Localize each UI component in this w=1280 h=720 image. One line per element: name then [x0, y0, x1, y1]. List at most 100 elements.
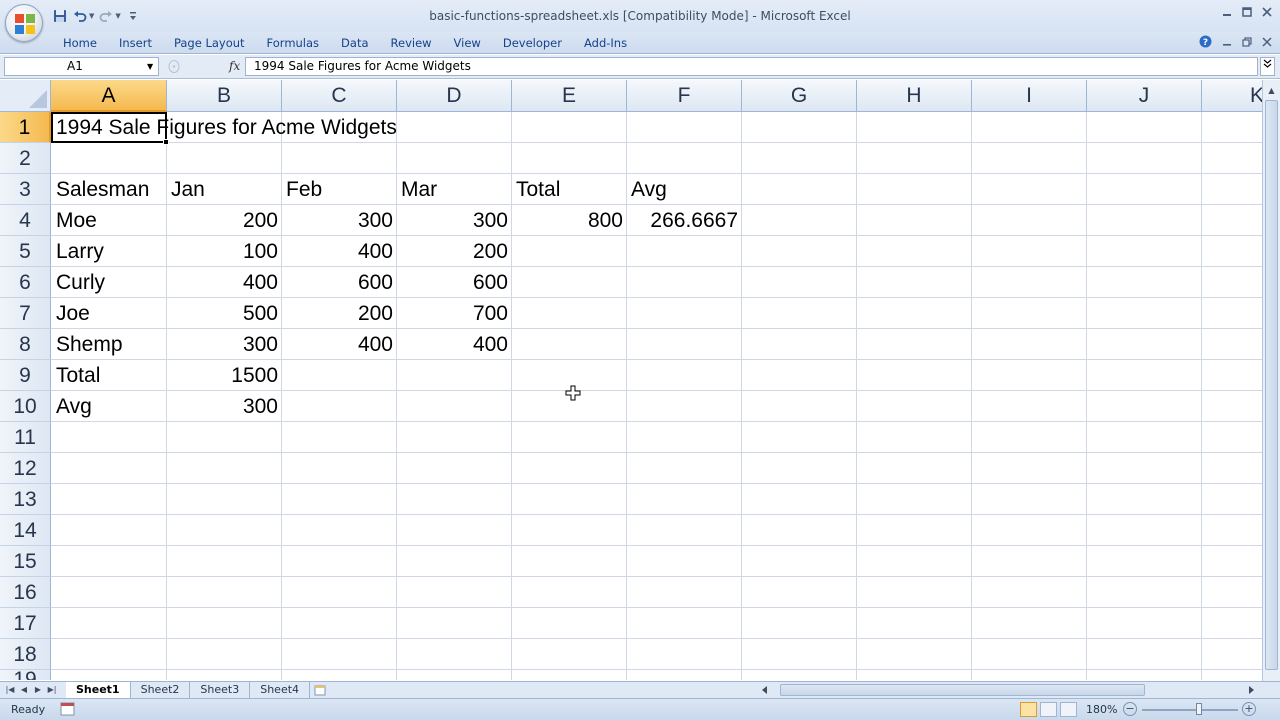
column-header-j[interactable]: J	[1087, 80, 1202, 112]
vertical-scrollbar[interactable]: ▲	[1262, 80, 1280, 682]
column-header-c[interactable]: C	[282, 80, 397, 112]
column-header-k[interactable]: K	[1202, 80, 1262, 112]
cell-c8[interactable]: 400	[282, 329, 397, 360]
row-header-3[interactable]: 3	[0, 174, 51, 205]
row-header-14[interactable]: 14	[0, 515, 51, 546]
row-header-9[interactable]: 9	[0, 360, 51, 391]
workbook-minimize-icon[interactable]	[1222, 37, 1232, 50]
maximize-icon[interactable]	[1240, 5, 1254, 19]
cell-b7[interactable]: 500	[167, 298, 282, 329]
row-header-2[interactable]: 2	[0, 143, 51, 174]
worksheet-grid[interactable]: A B C D E F G H I J K 1 2 3 4 5 6 7 8 9 …	[0, 80, 1262, 680]
next-sheet-icon[interactable]: ▶	[32, 683, 44, 697]
cell-d5[interactable]: 200	[397, 236, 512, 267]
sheet-tab-sheet3[interactable]: Sheet3	[190, 682, 251, 698]
cell-d7[interactable]: 700	[397, 298, 512, 329]
horizontal-scroll-thumb[interactable]	[780, 684, 1145, 696]
zoom-out-icon[interactable]: −	[1123, 702, 1137, 716]
page-break-preview-icon[interactable]	[1060, 702, 1077, 717]
row-header-11[interactable]: 11	[0, 422, 51, 453]
cell-f3[interactable]: Avg	[627, 174, 671, 205]
column-header-e[interactable]: E	[512, 80, 627, 112]
cell-e3[interactable]: Total	[512, 174, 564, 205]
column-header-f[interactable]: F	[627, 80, 742, 112]
tab-insert[interactable]: Insert	[108, 34, 163, 54]
row-header-18[interactable]: 18	[0, 639, 51, 670]
office-button[interactable]	[5, 4, 43, 42]
page-layout-view-icon[interactable]	[1040, 702, 1057, 717]
expand-formula-bar-icon[interactable]	[1260, 57, 1275, 76]
zoom-in-icon[interactable]: +	[1242, 702, 1256, 716]
close-icon[interactable]	[1260, 5, 1274, 19]
cell-d4[interactable]: 300	[397, 205, 512, 236]
row-header-12[interactable]: 12	[0, 453, 51, 484]
sheet-tab-sheet2[interactable]: Sheet2	[131, 682, 191, 698]
insert-function-button[interactable]: fx	[229, 59, 240, 73]
cell-c3[interactable]: Feb	[282, 174, 326, 205]
row-header-8[interactable]: 8	[0, 329, 51, 360]
cell-b5[interactable]: 100	[167, 236, 282, 267]
row-header-15[interactable]: 15	[0, 546, 51, 577]
cell-e4[interactable]: 800	[512, 205, 627, 236]
cell-a10[interactable]: Avg	[52, 391, 96, 422]
row-header-10[interactable]: 10	[0, 391, 51, 422]
workbook-close-icon[interactable]	[1262, 36, 1272, 50]
scroll-left-icon[interactable]	[760, 685, 770, 695]
zoom-level[interactable]: 180%	[1086, 703, 1117, 716]
sheet-tab-sheet1[interactable]: Sheet1	[66, 682, 131, 698]
cell-a9[interactable]: Total	[52, 360, 104, 391]
column-header-d[interactable]: D	[397, 80, 512, 112]
row-header-16[interactable]: 16	[0, 577, 51, 608]
first-sheet-icon[interactable]: |◀	[4, 683, 16, 697]
row-header-13[interactable]: 13	[0, 484, 51, 515]
row-header-1[interactable]: 1	[0, 112, 51, 143]
row-header-4[interactable]: 4	[0, 205, 51, 236]
tab-view[interactable]: View	[443, 34, 492, 54]
cell-b6[interactable]: 400	[167, 267, 282, 298]
cell-c4[interactable]: 300	[282, 205, 397, 236]
cell-b4[interactable]: 200	[167, 205, 282, 236]
name-box[interactable]: A1	[4, 57, 159, 76]
cell-a3[interactable]: Salesman	[52, 174, 153, 205]
cell-d3[interactable]: Mar	[397, 174, 441, 205]
column-header-h[interactable]: H	[857, 80, 972, 112]
formula-input[interactable]: 1994 Sale Figures for Acme Widgets	[245, 57, 1258, 76]
vertical-scroll-thumb[interactable]	[1265, 100, 1278, 670]
cell-a8[interactable]: Shemp	[52, 329, 127, 360]
cell-f4[interactable]: 266.6667	[627, 205, 742, 236]
row-header-17[interactable]: 17	[0, 608, 51, 639]
tab-home[interactable]: Home	[52, 34, 108, 54]
help-icon[interactable]: ?	[1199, 35, 1212, 51]
column-header-a[interactable]: A	[51, 80, 167, 112]
cell-d8[interactable]: 400	[397, 329, 512, 360]
cell-a5[interactable]: Larry	[52, 236, 108, 267]
last-sheet-icon[interactable]: ▶|	[46, 683, 58, 697]
row-header-5[interactable]: 5	[0, 236, 51, 267]
cell-c6[interactable]: 600	[282, 267, 397, 298]
cell-b8[interactable]: 300	[167, 329, 282, 360]
horizontal-scrollbar[interactable]	[760, 683, 1260, 697]
name-box-dropdown-icon[interactable]: ▼	[147, 62, 153, 71]
cell-b10[interactable]: 300	[167, 391, 282, 422]
scroll-right-icon[interactable]	[1246, 685, 1256, 695]
row-header-6[interactable]: 6	[0, 267, 51, 298]
zoom-slider-thumb[interactable]	[1196, 703, 1202, 715]
tab-review[interactable]: Review	[380, 34, 443, 54]
cell-a6[interactable]: Curly	[52, 267, 109, 298]
tab-page-layout[interactable]: Page Layout	[163, 34, 256, 54]
select-all-button[interactable]	[0, 80, 51, 112]
previous-sheet-icon[interactable]: ◀	[18, 683, 30, 697]
tab-add-ins[interactable]: Add-Ins	[573, 34, 638, 54]
cell-c7[interactable]: 200	[282, 298, 397, 329]
insert-sheet-icon[interactable]	[310, 682, 332, 698]
normal-view-icon[interactable]	[1020, 702, 1037, 717]
row-header-19[interactable]: 19	[0, 670, 51, 680]
tab-developer[interactable]: Developer	[492, 34, 573, 54]
cell-a4[interactable]: Moe	[52, 205, 101, 236]
minimize-icon[interactable]	[1220, 5, 1234, 19]
cell-c5[interactable]: 400	[282, 236, 397, 267]
cell-d6[interactable]: 600	[397, 267, 512, 298]
workbook-restore-icon[interactable]	[1242, 36, 1252, 50]
sheet-tab-sheet4[interactable]: Sheet4	[250, 682, 311, 698]
macro-record-icon[interactable]	[60, 702, 75, 716]
